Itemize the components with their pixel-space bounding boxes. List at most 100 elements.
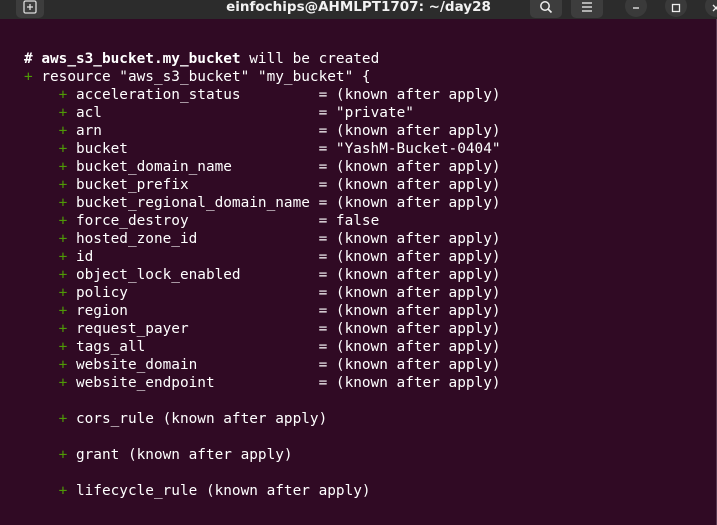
attribute-name: website_domain	[75, 357, 198, 373]
attribute-line: + tags_all = (known after apply)	[24, 338, 501, 356]
add-marker: +	[24, 123, 76, 139]
attribute-value: (known after apply)	[335, 375, 501, 391]
attribute-line: + object_lock_enabled = (known after app…	[24, 266, 501, 284]
attribute-line: + policy = (known after apply)	[24, 284, 501, 302]
attribute-line: + hosted_zone_id = (known after apply)	[24, 230, 501, 248]
attribute-value: (known after apply)	[335, 159, 501, 175]
attribute-value: (known after apply)	[335, 303, 501, 319]
hash-marker: #	[24, 51, 42, 67]
equals-sign: =	[188, 321, 336, 337]
plan-header-line: # aws_s3_bucket.my_bucket will be create…	[24, 50, 379, 68]
equals-sign: =	[101, 123, 336, 139]
attribute-name: id	[75, 249, 94, 265]
add-marker: +	[24, 375, 76, 391]
attribute-value: (known after apply)	[335, 285, 501, 301]
equals-sign: =	[197, 357, 336, 373]
resource-line: + resource "aws_s3_bucket" "my_bucket" {	[24, 68, 371, 86]
attribute-value: "private"	[335, 105, 414, 121]
attribute-line: + acceleration_status = (known after app…	[24, 86, 501, 104]
attribute-value: (known after apply)	[335, 339, 501, 355]
attribute-name: bucket_regional_domain_name	[75, 195, 310, 211]
equals-sign: =	[240, 267, 336, 283]
equals-sign: =	[127, 141, 336, 157]
attribute-value: (known after apply)	[335, 177, 501, 193]
equals-sign: =	[127, 285, 336, 301]
attribute-name: website_endpoint	[75, 375, 215, 391]
add-marker: +	[24, 483, 76, 499]
search-button[interactable]	[530, 0, 562, 18]
add-marker: +	[24, 213, 76, 229]
attribute-value: (known after apply)	[335, 231, 501, 247]
add-marker: +	[24, 321, 76, 337]
attribute-name: force_destroy	[75, 213, 189, 229]
equals-sign: =	[309, 195, 336, 211]
attribute-name: policy	[75, 285, 128, 301]
equals-sign: =	[127, 303, 336, 319]
block-line: + lifecycle_rule (known after apply)	[24, 482, 371, 500]
add-marker: +	[24, 285, 76, 301]
attribute-line: + acl = "private"	[24, 104, 414, 122]
attribute-line: + bucket_prefix = (known after apply)	[24, 176, 501, 194]
attribute-name: request_payer	[75, 321, 189, 337]
hamburger-menu-icon	[582, 2, 592, 12]
attribute-name: arn	[75, 123, 102, 139]
attribute-line: + request_payer = (known after apply)	[24, 320, 501, 338]
title-bar: einfochips@AHMLPT1707: ~/day28	[0, 0, 717, 19]
terminal-output[interactable]: # aws_s3_bucket.my_bucket will be create…	[0, 19, 717, 525]
equals-sign: =	[188, 213, 336, 229]
attribute-name: bucket	[75, 141, 128, 157]
add-marker: +	[24, 87, 76, 103]
attribute-value: (known after apply)	[335, 195, 501, 211]
attribute-name: hosted_zone_id	[75, 231, 198, 247]
block-line: + grant (known after apply)	[24, 446, 293, 464]
equals-sign: =	[231, 159, 336, 175]
block-text: cors_rule (known after apply)	[75, 411, 328, 427]
add-marker: +	[24, 339, 76, 355]
attribute-value: (known after apply)	[335, 321, 501, 337]
equals-sign: =	[240, 87, 336, 103]
add-marker: +	[24, 303, 76, 319]
equals-sign: =	[214, 375, 336, 391]
window-title: einfochips@AHMLPT1707: ~/day28	[226, 0, 491, 15]
attribute-name: region	[75, 303, 128, 319]
attribute-line: + website_endpoint = (known after apply)	[24, 374, 501, 392]
equals-sign: =	[188, 177, 336, 193]
attribute-line: + bucket_regional_domain_name = (known a…	[24, 194, 501, 212]
maximize-icon	[671, 3, 681, 13]
attribute-line: + region = (known after apply)	[24, 302, 501, 320]
add-marker: +	[24, 195, 76, 211]
attribute-value: "YashM-Bucket-0404"	[335, 141, 501, 157]
add-marker: +	[24, 177, 76, 193]
attribute-name: acceleration_status	[75, 87, 241, 103]
menu-button[interactable]	[571, 0, 603, 18]
attribute-value: (known after apply)	[335, 357, 501, 373]
block-text: lifecycle_rule (known after apply)	[75, 483, 371, 499]
block-line: + cors_rule (known after apply)	[24, 410, 328, 428]
attribute-line: + website_domain = (known after apply)	[24, 356, 501, 374]
search-icon	[540, 1, 553, 14]
attribute-name: tags_all	[75, 339, 146, 355]
attribute-line: + force_destroy = false	[24, 212, 380, 230]
add-marker: +	[24, 231, 76, 247]
add-marker: +	[24, 411, 76, 427]
attribute-name: bucket_prefix	[75, 177, 189, 193]
equals-sign: =	[101, 105, 336, 121]
add-marker: +	[24, 105, 76, 121]
resource-declaration: resource "aws_s3_bucket" "my_bucket" {	[32, 69, 371, 85]
attribute-name: acl	[75, 105, 102, 121]
add-marker: +	[24, 159, 76, 175]
attribute-value: (known after apply)	[335, 267, 501, 283]
add-marker: +	[24, 249, 76, 265]
add-marker: +	[24, 267, 76, 283]
block-text: grant (known after apply)	[75, 447, 293, 463]
equals-sign: =	[145, 339, 336, 355]
attribute-value: (known after apply)	[335, 87, 501, 103]
plan-action-text: will be created	[240, 51, 380, 67]
attribute-line: + bucket = "YashM-Bucket-0404"	[24, 140, 501, 158]
attribute-value: (known after apply)	[335, 249, 501, 265]
add-marker: +	[24, 69, 33, 85]
attribute-value: false	[335, 213, 380, 229]
attribute-line: + id = (known after apply)	[24, 248, 501, 266]
resource-address: aws_s3_bucket.my_bucket	[41, 51, 241, 67]
attribute-name: object_lock_enabled	[75, 267, 241, 283]
